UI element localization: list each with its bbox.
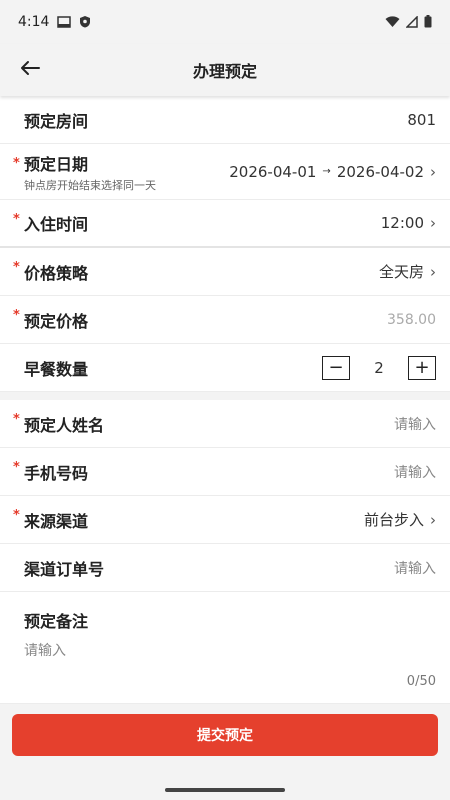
breakfast-label: 早餐数量: [24, 359, 89, 379]
date-arrow: →: [322, 166, 331, 177]
required-mark: *: [13, 260, 20, 275]
chevron-right-icon: ›: [430, 262, 436, 281]
page-title: 办理预定: [192, 62, 257, 81]
price-input[interactable]: 358.00: [387, 312, 436, 328]
price-policy-row[interactable]: * 价格策略 全天房 ›: [0, 248, 450, 296]
breakfast-stepper: − 2 +: [322, 355, 436, 380]
remarks-counter: 0/50: [406, 674, 436, 689]
back-button[interactable]: [14, 56, 46, 84]
source-row[interactable]: * 来源渠道 前台步入 ›: [0, 496, 450, 544]
price-policy-value[interactable]: 全天房 ›: [379, 261, 436, 282]
phone-row: * 手机号码 请输入: [0, 448, 450, 496]
channel-order-row: 渠道订单号 请输入: [0, 544, 450, 592]
remarks-textarea[interactable]: 请输入: [24, 640, 414, 680]
guest-info-section: * 预定人姓名 请输入 * 手机号码 请输入 * 来源渠道 前台步入 › 渠道订…: [0, 400, 450, 704]
checkin-time-label: 入住时间: [24, 215, 89, 234]
price-policy-label: 价格策略: [24, 263, 89, 283]
guest-name-input[interactable]: 请输入: [394, 414, 436, 434]
breakfast-count: 2: [374, 358, 384, 377]
reservation-form: 预定房间 801 * 预定日期 钟点房开始结束选择同一天 2026-04-01 …: [0, 96, 450, 704]
required-mark: *: [13, 412, 20, 427]
required-mark: *: [13, 212, 20, 227]
section-divider: [0, 392, 450, 400]
submit-reservation-button[interactable]: 提交预定: [12, 714, 438, 756]
battery-icon: [424, 13, 432, 32]
price-label: 预定价格: [24, 311, 89, 331]
breakfast-minus-button[interactable]: −: [322, 355, 350, 380]
required-mark: *: [13, 508, 20, 523]
home-indicator[interactable]: [165, 788, 285, 792]
end-date: 2026-04-02: [336, 162, 424, 181]
price-policy-text: 全天房: [378, 263, 424, 281]
date-hint: 钟点房开始结束选择同一天: [24, 178, 156, 192]
phone-label: 手机号码: [24, 463, 89, 483]
guest-name-label: 预定人姓名: [24, 415, 105, 435]
room-value: 801: [407, 110, 436, 129]
source-value[interactable]: 前台步入 ›: [364, 509, 436, 530]
room-info-section: 预定房间 801 * 预定日期 钟点房开始结束选择同一天 2026-04-01 …: [0, 96, 450, 392]
app-bar: 办理预定: [0, 44, 450, 96]
breakfast-plus-button[interactable]: +: [408, 355, 436, 380]
signal-icon: [405, 13, 418, 32]
channel-order-label: 渠道订单号: [24, 559, 105, 579]
checkin-time-value[interactable]: 12:00 ›: [381, 214, 436, 232]
phone-input[interactable]: 请输入: [394, 462, 436, 482]
chevron-right-icon: ›: [430, 510, 436, 529]
breakfast-row: 早餐数量 − 2 +: [0, 344, 450, 392]
remarks-section: 预定备注 请输入 0/50: [0, 592, 450, 704]
chevron-right-icon: ›: [430, 214, 436, 232]
source-label: 来源渠道: [24, 511, 89, 531]
date-label: 预定日期: [24, 154, 89, 174]
guest-name-row: * 预定人姓名 请输入: [0, 400, 450, 448]
chevron-right-icon: ›: [430, 162, 436, 181]
date-range-value[interactable]: 2026-04-01 → 2026-04-02 ›: [229, 163, 436, 181]
checkin-time-text: 12:00: [380, 214, 424, 232]
back-arrow-icon: [20, 60, 40, 80]
start-date: 2026-04-01: [229, 162, 317, 181]
room-label: 预定房间: [24, 111, 89, 131]
remarks-label: 预定备注: [24, 612, 89, 631]
gallery-icon: [57, 13, 72, 32]
channel-order-input[interactable]: 请输入: [394, 558, 436, 578]
submit-area: 提交预定: [12, 714, 438, 756]
checkin-time-row[interactable]: * 入住时间 12:00 ›: [0, 200, 450, 248]
required-mark: *: [13, 156, 20, 171]
wifi-icon: [385, 13, 400, 32]
room-row: 预定房间 801: [0, 96, 450, 144]
shield-icon: [79, 13, 91, 32]
required-mark: *: [13, 460, 20, 475]
status-time: 4:14: [18, 14, 50, 30]
source-text: 前台步入: [363, 511, 424, 529]
date-row[interactable]: * 预定日期 钟点房开始结束选择同一天 2026-04-01 → 2026-04…: [0, 144, 450, 200]
status-bar: 4:14: [0, 0, 450, 44]
required-mark: *: [13, 308, 20, 323]
price-row: * 预定价格 358.00: [0, 296, 450, 344]
